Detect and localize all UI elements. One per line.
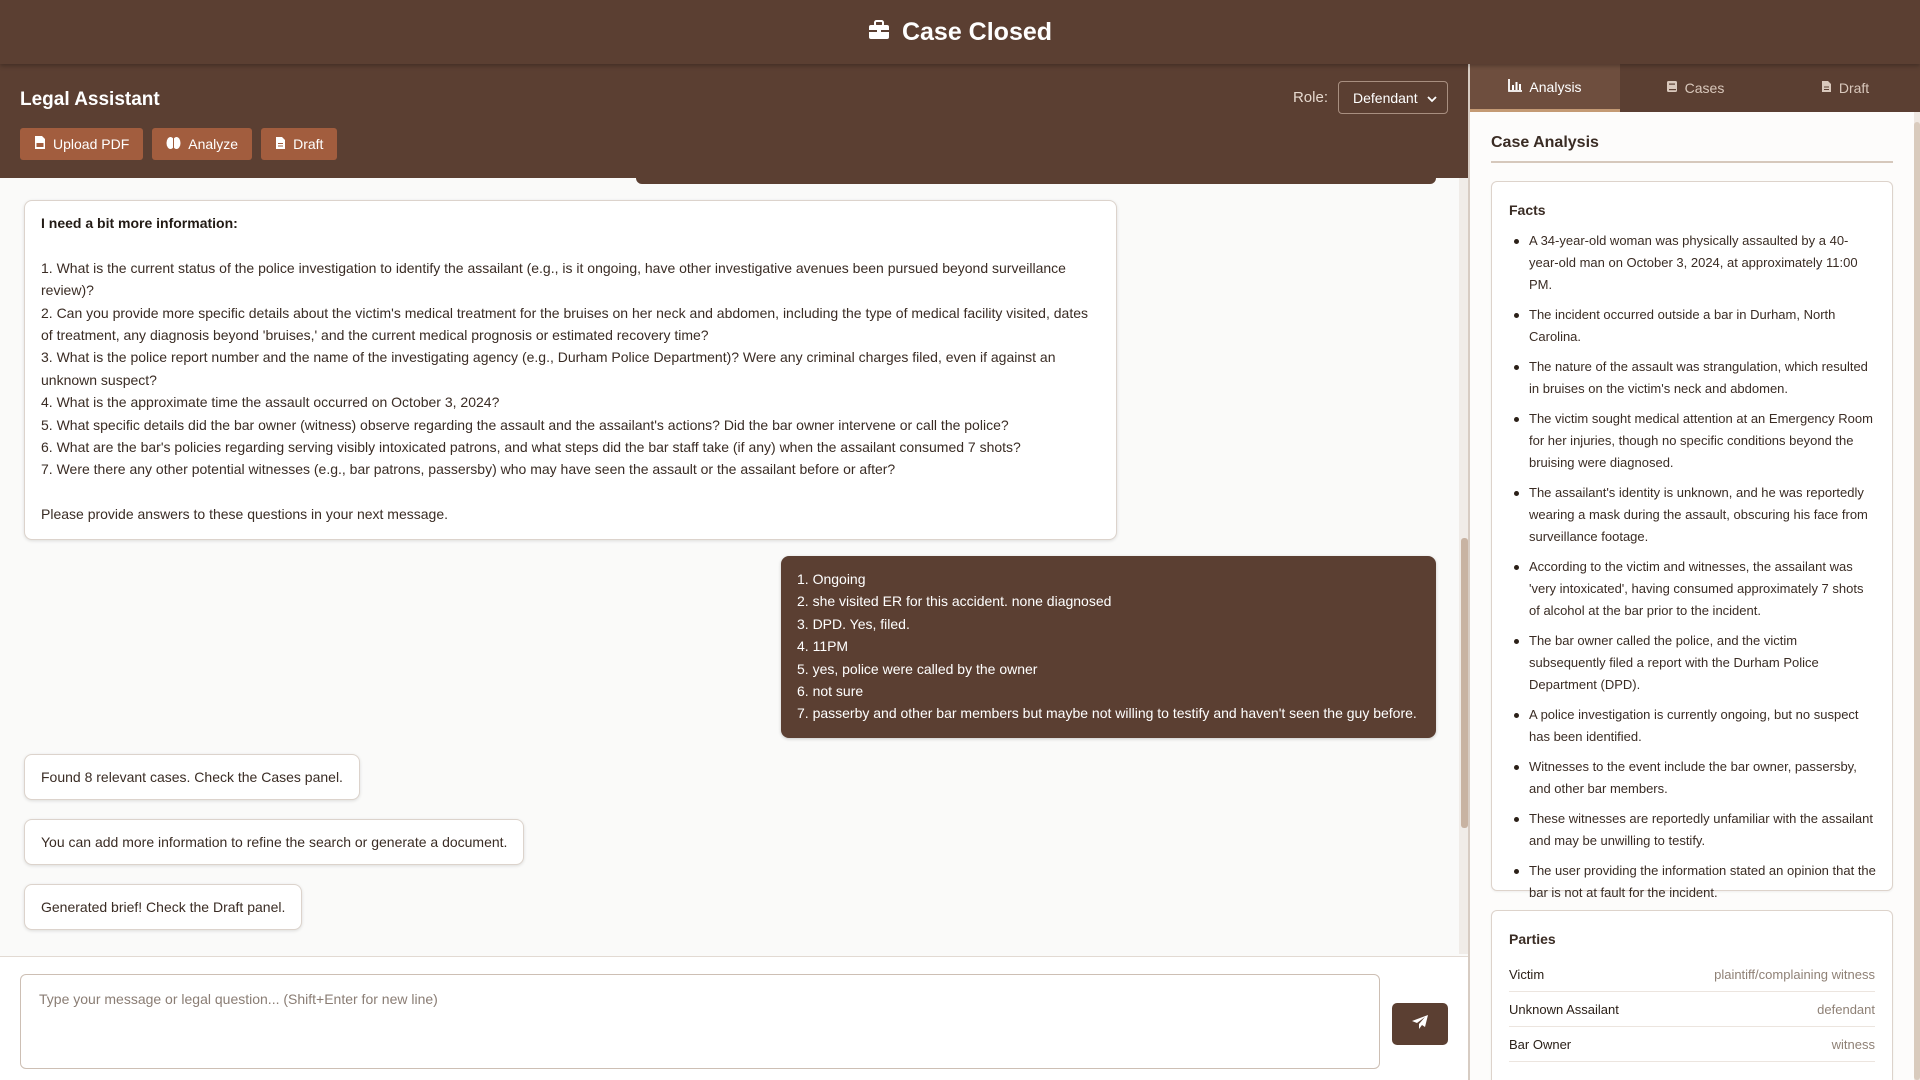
party-role: plaintiff/complaining witness xyxy=(1714,966,1875,982)
question-item: 6. What are the bar's policies regarding… xyxy=(41,439,1021,456)
question-item: 3. What is the police report number and … xyxy=(41,349,1056,388)
chevron-down-icon xyxy=(1427,90,1437,106)
tab-cases[interactable]: Cases xyxy=(1620,64,1770,112)
app-header: Case Closed xyxy=(0,0,1920,64)
status-text: Generated brief! Check the Draft panel. xyxy=(41,899,286,915)
answer-item: 5. yes, police were called by the owner xyxy=(797,660,1038,677)
fact-item: The victim sought medical attention at a… xyxy=(1509,408,1876,474)
analyze-label: Analyze xyxy=(188,136,239,152)
chart-icon xyxy=(1508,78,1523,95)
question-item: 2. Can you provide more specific details… xyxy=(41,304,1088,344)
facts-card: Facts A 34-year-old woman was physically… xyxy=(1491,181,1893,900)
file-icon xyxy=(1821,80,1832,96)
user-message-answers: 1. Ongoing 2. she visited ER for this ac… xyxy=(781,556,1436,738)
role-value: Defendant xyxy=(1353,89,1418,106)
party-role: witness xyxy=(1831,1036,1875,1052)
analyze-button[interactable]: Analyze xyxy=(152,128,253,160)
file-pdf-icon xyxy=(34,135,46,153)
previous-user-message-edge xyxy=(636,178,1436,184)
fact-item: The incident occurred outside a bar in D… xyxy=(1509,304,1876,348)
parties-title: Parties xyxy=(1509,931,1556,947)
upload-pdf-label: Upload PDF xyxy=(53,136,130,152)
draft-button[interactable]: Draft xyxy=(261,128,338,160)
briefcase-icon xyxy=(868,18,890,47)
chat-panel: Legal Assistant Role: Defendant Upload P… xyxy=(0,64,1468,1080)
fact-item: A police investigation is currently ongo… xyxy=(1509,704,1876,748)
tab-draft[interactable]: Draft xyxy=(1770,64,1920,112)
message-composer: Type your message or legal question... (… xyxy=(0,956,1468,1080)
party-role: defendant xyxy=(1817,1001,1875,1017)
fact-item: Witnesses to the event include the bar o… xyxy=(1509,756,1876,800)
tab-draft-label: Draft xyxy=(1838,80,1870,96)
party-name: Unknown Assailant xyxy=(1509,1001,1619,1017)
tab-analysis[interactable]: Analysis xyxy=(1470,64,1620,112)
assistant-title: Legal Assistant xyxy=(20,89,160,110)
message-input[interactable]: Type your message or legal question... (… xyxy=(20,974,1380,1069)
party-row: Unknown Assailant defendant xyxy=(1509,992,1875,1027)
fact-item: The bar owner called the police, and the… xyxy=(1509,630,1876,696)
fact-item: According to the victim and witnesses, t… xyxy=(1509,556,1876,622)
answer-item: 1. Ongoing xyxy=(797,571,866,587)
party-name: Bar Owner xyxy=(1509,1036,1572,1052)
fact-item: The assailant's identity is unknown, and… xyxy=(1509,482,1876,548)
assistant-status-refine: You can add more information to refine t… xyxy=(24,819,525,866)
fact-item: These witnesses are reportedly unfamilia… xyxy=(1509,808,1876,852)
role-label: Role: xyxy=(1292,89,1328,106)
party-name: Victim xyxy=(1509,966,1545,982)
book-icon xyxy=(1666,80,1678,96)
assistant-header: Legal Assistant Role: Defendant Upload P… xyxy=(0,64,1468,178)
question-item: 1. What is the current status of the pol… xyxy=(41,259,1066,299)
question-item: 7. Were there any other potential witnes… xyxy=(41,461,896,478)
role-selector: Role: Defendant xyxy=(1293,81,1448,114)
status-text: Found 8 relevant cases. Check the Cases … xyxy=(41,769,343,785)
paper-plane-icon xyxy=(1411,1014,1429,1035)
parties-card: Parties Victim plaintiff/complaining wit… xyxy=(1491,910,1893,1080)
chat-messages[interactable]: I need a bit more information: 1. What i… xyxy=(0,178,1458,954)
answer-item: 2. she visited ER for this accident. non… xyxy=(797,593,1112,610)
answer-item: 4. 11PM xyxy=(797,638,849,655)
send-button[interactable] xyxy=(1392,1003,1448,1045)
file-icon xyxy=(275,136,286,153)
party-row: Bar Owner witness xyxy=(1509,1027,1875,1062)
chat-scrollbar-thumb[interactable] xyxy=(1461,538,1468,828)
app-title-text: Case Closed xyxy=(901,17,1053,46)
assistant-message-info-request: I need a bit more information: 1. What i… xyxy=(24,200,1117,540)
facts-list: A 34-year-old woman was physically assau… xyxy=(1509,230,1876,904)
action-buttons: Upload PDF Analyze Draft xyxy=(20,128,338,160)
fact-item: A 34-year-old woman was physically assau… xyxy=(1509,230,1876,296)
upload-pdf-button[interactable]: Upload PDF xyxy=(20,128,144,160)
case-analysis-title: Case Analysis xyxy=(1491,134,1893,163)
message-closing: Please provide answers to these question… xyxy=(41,506,449,523)
question-item: 4. What is the approximate time the assa… xyxy=(41,394,500,411)
app-title: Case Closed xyxy=(868,18,1052,47)
side-scrollbar-thumb[interactable] xyxy=(1914,122,1920,1080)
status-text: You can add more information to refine t… xyxy=(41,834,508,850)
assistant-status-draft: Generated brief! Check the Draft panel. xyxy=(24,884,303,931)
fact-item: The nature of the assault was strangulat… xyxy=(1509,356,1876,400)
message-heading: I need a bit more information: xyxy=(41,215,238,231)
fact-item: The user providing the information state… xyxy=(1509,860,1876,904)
question-item: 5. What specific details did the bar own… xyxy=(41,416,1009,433)
side-panel: Analysis Cases Draft Case Analysis Facts… xyxy=(1470,64,1920,1080)
answer-item: 3. DPD. Yes, filed. xyxy=(797,615,910,632)
tab-analysis-label: Analysis xyxy=(1529,78,1582,95)
party-row: Victim plaintiff/complaining witness xyxy=(1509,957,1875,992)
draft-label: Draft xyxy=(293,136,324,152)
assistant-status-cases: Found 8 relevant cases. Check the Cases … xyxy=(24,754,360,801)
role-select[interactable]: Defendant xyxy=(1338,81,1448,114)
answer-item: 6. not sure xyxy=(797,683,864,700)
facts-title: Facts xyxy=(1509,202,1546,218)
side-tabs: Analysis Cases Draft xyxy=(1470,64,1920,112)
answer-item: 7. passerby and other bar members but ma… xyxy=(797,705,1417,722)
brain-icon xyxy=(166,136,181,153)
tab-cases-label: Cases xyxy=(1684,80,1725,96)
